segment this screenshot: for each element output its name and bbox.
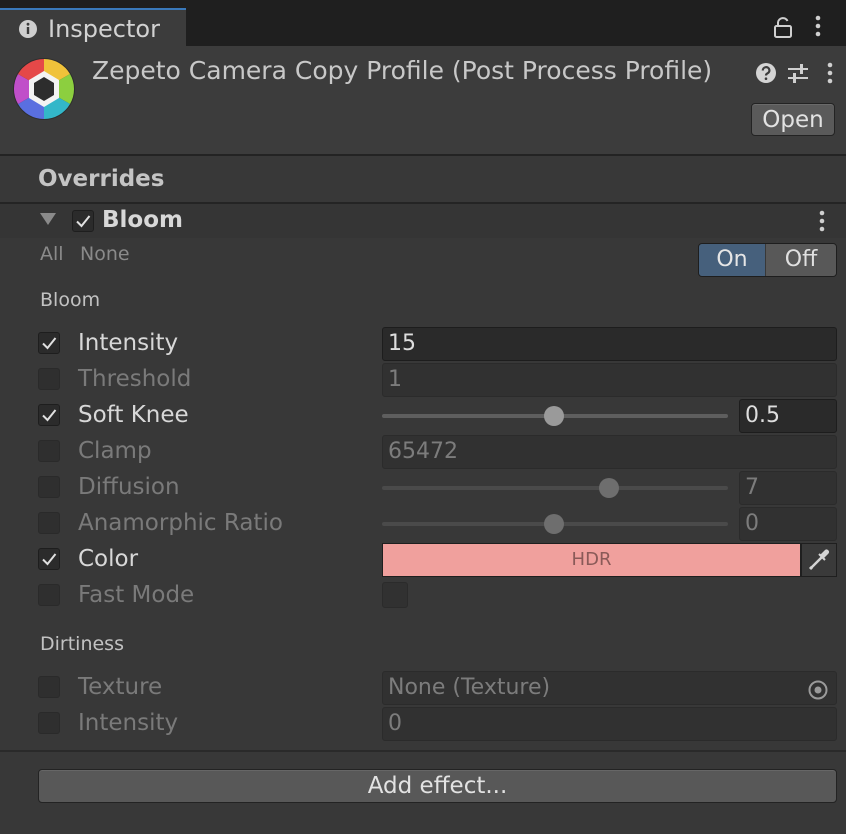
header-kebab-icon[interactable] bbox=[820, 60, 840, 86]
clamp-label: Clamp bbox=[78, 438, 152, 464]
texture-object-field[interactable]: None (Texture) bbox=[382, 671, 837, 705]
effect-kebab-icon[interactable] bbox=[812, 208, 832, 234]
fast-mode-value-checkbox[interactable] bbox=[382, 582, 408, 608]
dirt-intensity-field[interactable]: 0 bbox=[382, 707, 837, 741]
diffusion-field[interactable]: 7 bbox=[739, 471, 837, 505]
anamorphic-ratio-field[interactable]: 0 bbox=[739, 507, 837, 541]
dirt-intensity-label: Intensity bbox=[78, 710, 179, 736]
threshold-override-checkbox[interactable] bbox=[38, 368, 60, 390]
select-all-link[interactable]: All bbox=[40, 243, 64, 265]
tab-label: Inspector bbox=[48, 15, 160, 43]
anamorphic-ratio-label: Anamorphic Ratio bbox=[78, 510, 283, 536]
clamp-override-checkbox[interactable] bbox=[38, 440, 60, 462]
diffusion-override-checkbox[interactable] bbox=[38, 476, 60, 498]
fast-mode-label: Fast Mode bbox=[78, 582, 195, 608]
color-swatch-field[interactable]: HDR bbox=[382, 543, 801, 577]
overrides-label: Overrides bbox=[38, 166, 165, 192]
texture-override-checkbox[interactable] bbox=[38, 676, 60, 698]
soft-knee-override-checkbox[interactable] bbox=[38, 404, 60, 426]
divider bbox=[0, 154, 846, 156]
soft-knee-slider-thumb[interactable] bbox=[544, 406, 564, 426]
color-label: Color bbox=[78, 546, 139, 572]
add-effect-button[interactable]: Add effect... bbox=[38, 769, 837, 803]
dirt-intensity-override-checkbox[interactable] bbox=[38, 712, 60, 734]
color-override-checkbox[interactable] bbox=[38, 548, 60, 570]
post-process-profile-icon bbox=[13, 58, 75, 120]
threshold-field[interactable]: 1 bbox=[382, 363, 837, 397]
section-dirtiness-label: Dirtiness bbox=[40, 633, 124, 655]
effect-title: Bloom bbox=[102, 207, 183, 233]
help-icon[interactable] bbox=[755, 62, 777, 84]
soft-knee-label: Soft Knee bbox=[78, 402, 189, 428]
anamorphic-ratio-slider-thumb[interactable] bbox=[544, 514, 564, 534]
profile-title: Zepeto Camera Copy Profile (Post Process… bbox=[92, 56, 713, 85]
presets-sliders-icon[interactable] bbox=[786, 61, 810, 85]
anamorphic-ratio-override-checkbox[interactable] bbox=[38, 512, 60, 534]
toggle-on-button[interactable]: On bbox=[699, 244, 765, 276]
tab-inspector[interactable]: Inspector bbox=[0, 8, 186, 46]
on-off-toggle: On Off bbox=[698, 243, 837, 277]
object-picker-icon[interactable] bbox=[807, 679, 829, 701]
section-bloom-label: Bloom bbox=[40, 289, 101, 311]
texture-label: Texture bbox=[78, 674, 163, 700]
diffusion-slider-track[interactable] bbox=[382, 486, 728, 490]
clamp-field[interactable]: 65472 bbox=[382, 435, 837, 469]
intensity-override-checkbox[interactable] bbox=[38, 332, 60, 354]
select-none-link[interactable]: None bbox=[80, 243, 130, 265]
diffusion-slider-thumb[interactable] bbox=[599, 478, 619, 498]
soft-knee-field[interactable]: 0.5 bbox=[739, 399, 837, 433]
eyedropper-button[interactable] bbox=[801, 543, 837, 577]
hdr-label: HDR bbox=[571, 549, 612, 570]
effect-enabled-checkbox[interactable] bbox=[72, 210, 94, 232]
kebab-menu-icon[interactable] bbox=[808, 14, 828, 38]
threshold-label: Threshold bbox=[78, 366, 192, 392]
intensity-field[interactable]: 15 bbox=[382, 327, 837, 361]
toggle-off-button[interactable]: Off bbox=[766, 244, 836, 276]
intensity-label: Intensity bbox=[78, 330, 179, 356]
foldout-arrow-icon[interactable] bbox=[38, 211, 58, 227]
divider bbox=[0, 750, 846, 752]
diffusion-label: Diffusion bbox=[78, 474, 180, 500]
info-icon bbox=[19, 20, 37, 38]
lock-icon[interactable] bbox=[772, 16, 794, 38]
open-button[interactable]: Open bbox=[751, 103, 835, 136]
fast-mode-override-checkbox[interactable] bbox=[38, 584, 60, 606]
eyedropper-icon bbox=[808, 549, 829, 571]
